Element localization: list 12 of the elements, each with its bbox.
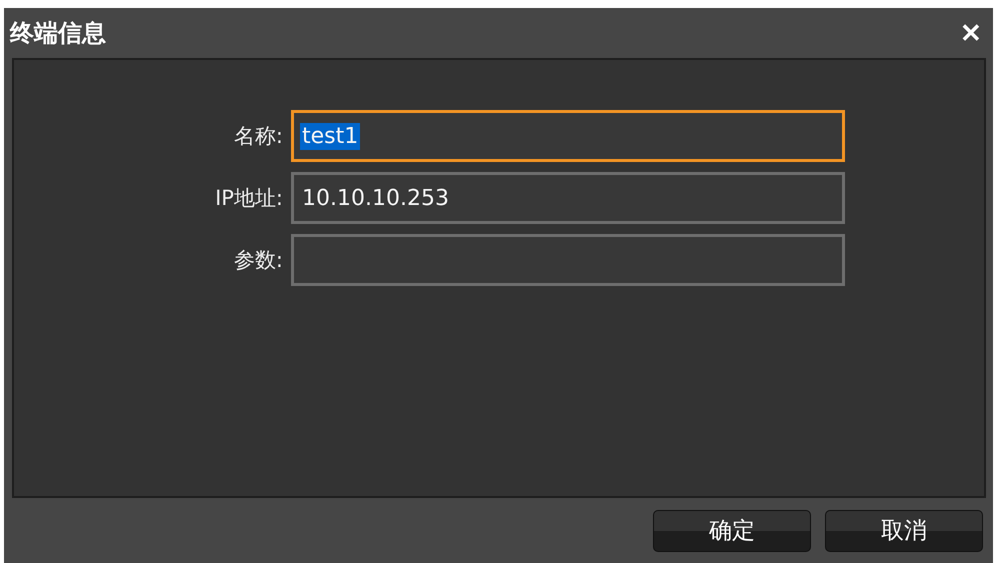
field-value: test1 bbox=[300, 122, 360, 150]
input-field[interactable]: 10.10.10.253 bbox=[291, 172, 845, 224]
dialog-button[interactable]: 确定 bbox=[653, 510, 811, 552]
close-button[interactable]: ✕ bbox=[956, 18, 986, 48]
window-title: 终端信息 bbox=[10, 18, 106, 49]
dialog-button[interactable]: 取消 bbox=[825, 510, 983, 552]
field-label: 参数: bbox=[232, 247, 284, 274]
input-field[interactable]: test1 bbox=[291, 110, 845, 162]
field-label: IP地址: bbox=[214, 185, 284, 212]
input-field[interactable] bbox=[291, 234, 845, 286]
field-label: 名称: bbox=[232, 123, 284, 150]
field-value: 10.10.10.253 bbox=[301, 184, 450, 212]
